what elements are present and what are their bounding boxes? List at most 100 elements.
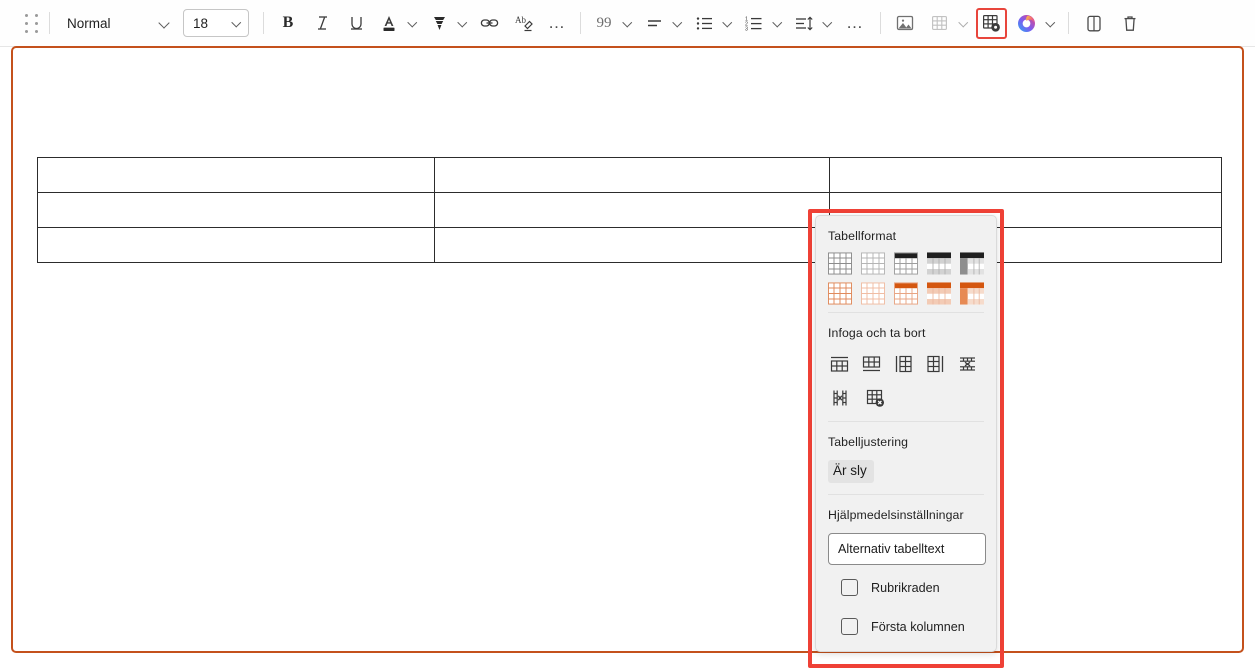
align-icon xyxy=(647,19,661,26)
ellipsis-icon: … xyxy=(846,13,864,32)
table-style-header-banded-orange[interactable] xyxy=(927,282,951,305)
insert-row-above-icon xyxy=(830,356,848,372)
table-cell[interactable] xyxy=(434,227,830,263)
chevron-down-icon xyxy=(724,18,734,28)
table-cell[interactable] xyxy=(829,157,1222,193)
delete-table-icon xyxy=(866,389,884,407)
alt-text-input[interactable] xyxy=(828,533,986,565)
highlight-button[interactable] xyxy=(423,7,455,39)
drag-handle[interactable] xyxy=(20,8,42,38)
table-style-header-orange[interactable] xyxy=(894,282,918,305)
first-column-checkbox-row[interactable]: Första kolumnen xyxy=(828,618,984,635)
formatting-toolbar: Normal 18 B Ab … 99 1 2 3 … xyxy=(0,0,1255,47)
insert-row-below-button[interactable] xyxy=(855,349,887,379)
font-size-dropdown[interactable]: 18 xyxy=(183,9,249,37)
line-spacing-icon xyxy=(796,15,813,31)
copilot-button[interactable] xyxy=(1009,7,1043,39)
text-align-button[interactable] xyxy=(638,7,670,39)
table-style-header-first-col[interactable] xyxy=(960,252,984,275)
table-row[interactable] xyxy=(37,192,1222,228)
copilot-caret[interactable] xyxy=(1043,7,1061,39)
blockquote-button[interactable]: 99 xyxy=(588,7,620,39)
table-style-light-grid[interactable] xyxy=(861,252,885,275)
insert-column-right-button[interactable] xyxy=(920,349,952,379)
font-size-value: 18 xyxy=(193,15,209,31)
italic-icon xyxy=(317,16,327,30)
font-color-button[interactable] xyxy=(373,7,405,39)
chevron-down-icon xyxy=(1047,18,1057,28)
clear-formatting-button[interactable]: Ab xyxy=(507,7,541,39)
table-cell[interactable] xyxy=(434,192,830,228)
table-alignment-selected[interactable]: Är sly xyxy=(828,460,874,483)
insert-delete-row-1 xyxy=(823,349,984,379)
bulleted-list-button[interactable] xyxy=(688,7,720,39)
table-alignment-title: Tabelljustering xyxy=(828,435,909,449)
header-row-checkbox[interactable] xyxy=(841,579,858,596)
chevron-down-icon xyxy=(824,18,834,28)
document-table[interactable] xyxy=(37,157,1222,263)
italic-button[interactable] xyxy=(305,7,339,39)
image-icon xyxy=(896,15,914,31)
quote-icon: 99 xyxy=(596,14,612,31)
insert-link-button[interactable] xyxy=(473,7,507,39)
text-align-caret[interactable] xyxy=(670,7,688,39)
chevron-down-icon xyxy=(459,18,469,28)
delete-button[interactable] xyxy=(1112,7,1148,39)
link-icon xyxy=(480,19,499,27)
line-spacing-caret[interactable] xyxy=(820,7,838,39)
toolbar-divider xyxy=(263,12,264,34)
more-text-options-button[interactable]: … xyxy=(541,7,573,39)
table-cell[interactable] xyxy=(37,157,435,193)
ellipsis-icon: … xyxy=(548,13,566,32)
highlight-caret[interactable] xyxy=(455,7,473,39)
insert-column-left-button[interactable] xyxy=(887,349,919,379)
numbered-list-button[interactable]: 123 xyxy=(738,7,770,39)
duplicate-button[interactable] xyxy=(1076,7,1112,39)
accessibility-title: Hjälpmedelsinställningar xyxy=(828,508,964,522)
table-alignment-section: Tabelljustering Är sly xyxy=(816,422,996,495)
underline-icon xyxy=(350,17,362,30)
delete-row-button[interactable] xyxy=(952,349,984,379)
delete-column-button[interactable] xyxy=(823,383,858,413)
more-paragraph-options-button[interactable]: … xyxy=(838,7,872,39)
table-style-header-first-col-orange[interactable] xyxy=(960,282,984,305)
chevron-down-icon xyxy=(960,18,970,28)
table-cell[interactable] xyxy=(37,227,435,263)
first-column-label: Första kolumnen xyxy=(871,619,965,634)
table-style-plain-grid-orange[interactable] xyxy=(828,282,852,305)
insert-table-button[interactable] xyxy=(922,7,956,39)
table-settings-icon xyxy=(982,14,1000,32)
table-style-header-banded[interactable] xyxy=(927,252,951,275)
bold-icon: B xyxy=(282,14,294,31)
paragraph-style-value: Normal xyxy=(67,15,111,31)
table-settings-button[interactable] xyxy=(976,7,1007,39)
delete-table-button[interactable] xyxy=(858,383,893,413)
table-row[interactable] xyxy=(37,157,1222,193)
numbered-list-icon: 123 xyxy=(745,16,762,32)
blockquote-caret[interactable] xyxy=(620,7,638,39)
numbered-list-caret[interactable] xyxy=(770,7,788,39)
bulleted-list-caret[interactable] xyxy=(720,7,738,39)
table-format-title: Tabellformat xyxy=(828,229,897,243)
table-cell[interactable] xyxy=(434,157,830,193)
font-color-caret[interactable] xyxy=(405,7,423,39)
table-cell[interactable] xyxy=(37,192,435,228)
table-style-light-grid-orange[interactable] xyxy=(861,282,885,305)
insert-image-button[interactable] xyxy=(888,7,922,39)
document-canvas[interactable] xyxy=(11,46,1244,653)
toolbar-divider xyxy=(580,12,581,34)
table-style-plain-grid[interactable] xyxy=(828,252,852,275)
bold-button[interactable]: B xyxy=(271,7,305,39)
insert-row-above-button[interactable] xyxy=(823,349,855,379)
paragraph-style-dropdown[interactable]: Normal xyxy=(57,8,177,38)
underline-button[interactable] xyxy=(339,7,373,39)
chevron-down-icon xyxy=(409,18,419,28)
line-spacing-button[interactable] xyxy=(788,7,820,39)
insert-row-below-icon xyxy=(862,356,880,372)
insert-delete-title: Infoga och ta bort xyxy=(828,326,926,340)
table-style-header-dark[interactable] xyxy=(894,252,918,275)
header-row-checkbox-row[interactable]: Rubrikraden xyxy=(828,579,984,596)
table-row[interactable] xyxy=(37,227,1222,263)
first-column-checkbox[interactable] xyxy=(841,618,858,635)
insert-table-caret[interactable] xyxy=(956,7,974,39)
